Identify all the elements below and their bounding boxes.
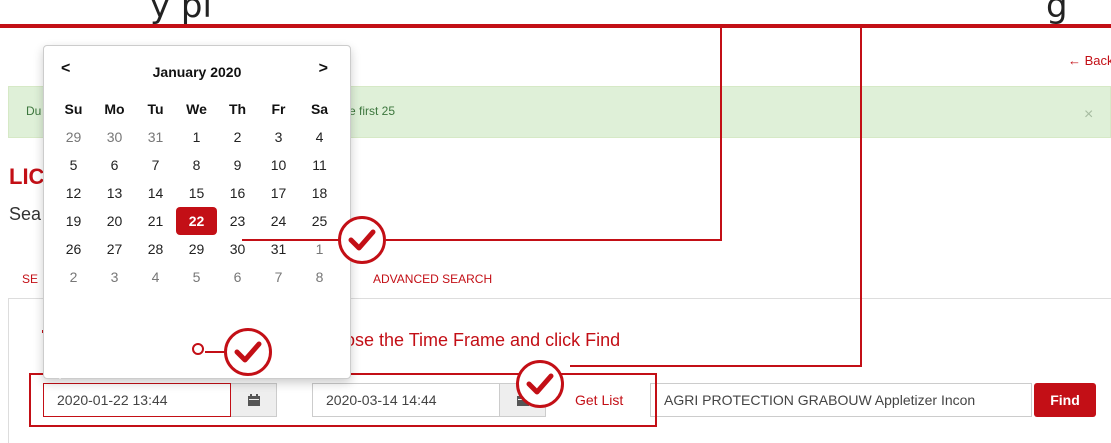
calendar-day[interactable]: 5 [53, 151, 94, 179]
calendar-day[interactable]: 10 [258, 151, 299, 179]
calendar-week: 2 3 4 5 6 7 8 [53, 263, 340, 291]
annotation-line [242, 239, 342, 241]
calendar-header: < January 2020 > [44, 56, 350, 86]
calendar-day[interactable]: 13 [94, 179, 135, 207]
calendar-day[interactable]: 31 [135, 123, 176, 151]
calendar-grid: Su Mo Tu We Th Fr Sa 29 30 31 1 2 3 4 5 … [53, 95, 340, 291]
weekday-label: Sa [310, 101, 329, 117]
weekday-label: Mo [104, 101, 125, 117]
calendar-day[interactable]: 4 [135, 263, 176, 291]
calendar-day[interactable]: 11 [299, 151, 340, 179]
calendar-day[interactable]: 14 [135, 179, 176, 207]
calendar-day[interactable]: 26 [53, 235, 94, 263]
alert-text-right: e first 25 [349, 104, 396, 118]
instruction-text: ose the Time Frame and click Find [345, 330, 621, 350]
calendar-day[interactable]: 8 [176, 151, 217, 179]
calendar-day[interactable]: 28 [135, 235, 176, 263]
alert-text-left: Du [26, 104, 42, 118]
annotation-line [720, 26, 722, 241]
calendar-month-label[interactable]: January 2020 [44, 64, 350, 80]
calendar-day[interactable]: 25 [299, 207, 340, 235]
find-button[interactable]: Find [1034, 383, 1096, 417]
weekday-label: Fr [271, 101, 286, 117]
calendar-day[interactable]: 3 [258, 123, 299, 151]
arrow-left-icon: ← [1068, 53, 1081, 68]
annotation-line [386, 239, 722, 241]
calendar-week: 19 20 21 22 23 24 25 [53, 207, 340, 235]
calendar-day[interactable]: 7 [135, 151, 176, 179]
calendar-caret [52, 371, 68, 379]
calendar-day[interactable]: 29 [176, 235, 217, 263]
calendar-day[interactable]: 4 [299, 123, 340, 151]
calendar-day[interactable]: 18 [299, 179, 340, 207]
annotation-line [570, 365, 862, 367]
calendar-day[interactable]: 15 [176, 179, 217, 207]
calendar-day[interactable]: 9 [217, 151, 258, 179]
calendar-day-selected[interactable]: 22 [176, 207, 217, 235]
calendar-day[interactable]: 20 [94, 207, 135, 235]
chevron-right-icon[interactable]: > [319, 60, 328, 78]
calendar-day[interactable]: 17 [258, 179, 299, 207]
clock-icon[interactable] [192, 343, 204, 355]
tab-advanced-search[interactable]: ADVANCED SEARCH [373, 272, 492, 286]
check-icon [516, 360, 564, 408]
calendar-day[interactable]: 19 [53, 207, 94, 235]
calendar-day[interactable]: 12 [53, 179, 94, 207]
check-icon [338, 216, 386, 264]
top-rule [0, 24, 1111, 28]
calendar-day[interactable]: 29 [53, 123, 94, 151]
calendar-day[interactable]: 16 [217, 179, 258, 207]
weekday-label: We [186, 101, 207, 117]
calendar-day[interactable]: 30 [94, 123, 135, 151]
calendar-day[interactable]: 5 [176, 263, 217, 291]
close-icon[interactable]: × [1084, 106, 1093, 124]
company-search-input[interactable]: AGRI PROTECTION GRABOUW Appletizer Incon [650, 383, 1032, 417]
calendar-day[interactable]: 6 [217, 263, 258, 291]
tab-search[interactable]: SE [22, 272, 38, 286]
calendar-week: 5 6 7 8 9 10 11 [53, 151, 340, 179]
calendar-day[interactable]: 2 [53, 263, 94, 291]
weekday-row: Su Mo Tu We Th Fr Sa [53, 95, 340, 123]
date-picker-popup: < January 2020 > Su Mo Tu We Th Fr Sa 29… [43, 45, 351, 379]
calendar-day[interactable]: 1 [176, 123, 217, 151]
weekday-label: Th [228, 101, 247, 117]
calendar-day[interactable]: 24 [258, 207, 299, 235]
annotation-line [860, 26, 862, 367]
page-title: LIC [9, 164, 45, 189]
calendar-day[interactable]: 27 [94, 235, 135, 263]
page-subtitle: Sea [9, 204, 42, 224]
calendar-day[interactable]: 2 [217, 123, 258, 151]
calendar-day[interactable]: 8 [299, 263, 340, 291]
weekday-label: Su [64, 101, 83, 117]
calendar-day[interactable]: 21 [135, 207, 176, 235]
calendar-day[interactable]: 3 [94, 263, 135, 291]
calendar-day[interactable]: 6 [94, 151, 135, 179]
top-caption-fragment-right: g [1046, 0, 1068, 26]
weekday-label: Tu [147, 101, 164, 117]
back-link-label: Back [1084, 53, 1111, 68]
calendar-week: 29 30 31 1 2 3 4 [53, 123, 340, 151]
top-caption-fragment: y pl [150, 0, 212, 26]
calendar-day[interactable]: 23 [217, 207, 258, 235]
calendar-day[interactable]: 7 [258, 263, 299, 291]
back-link[interactable]: ← Back [1068, 53, 1111, 68]
annotation-line [205, 351, 225, 353]
check-icon [224, 328, 272, 376]
calendar-week: 12 13 14 15 16 17 18 [53, 179, 340, 207]
